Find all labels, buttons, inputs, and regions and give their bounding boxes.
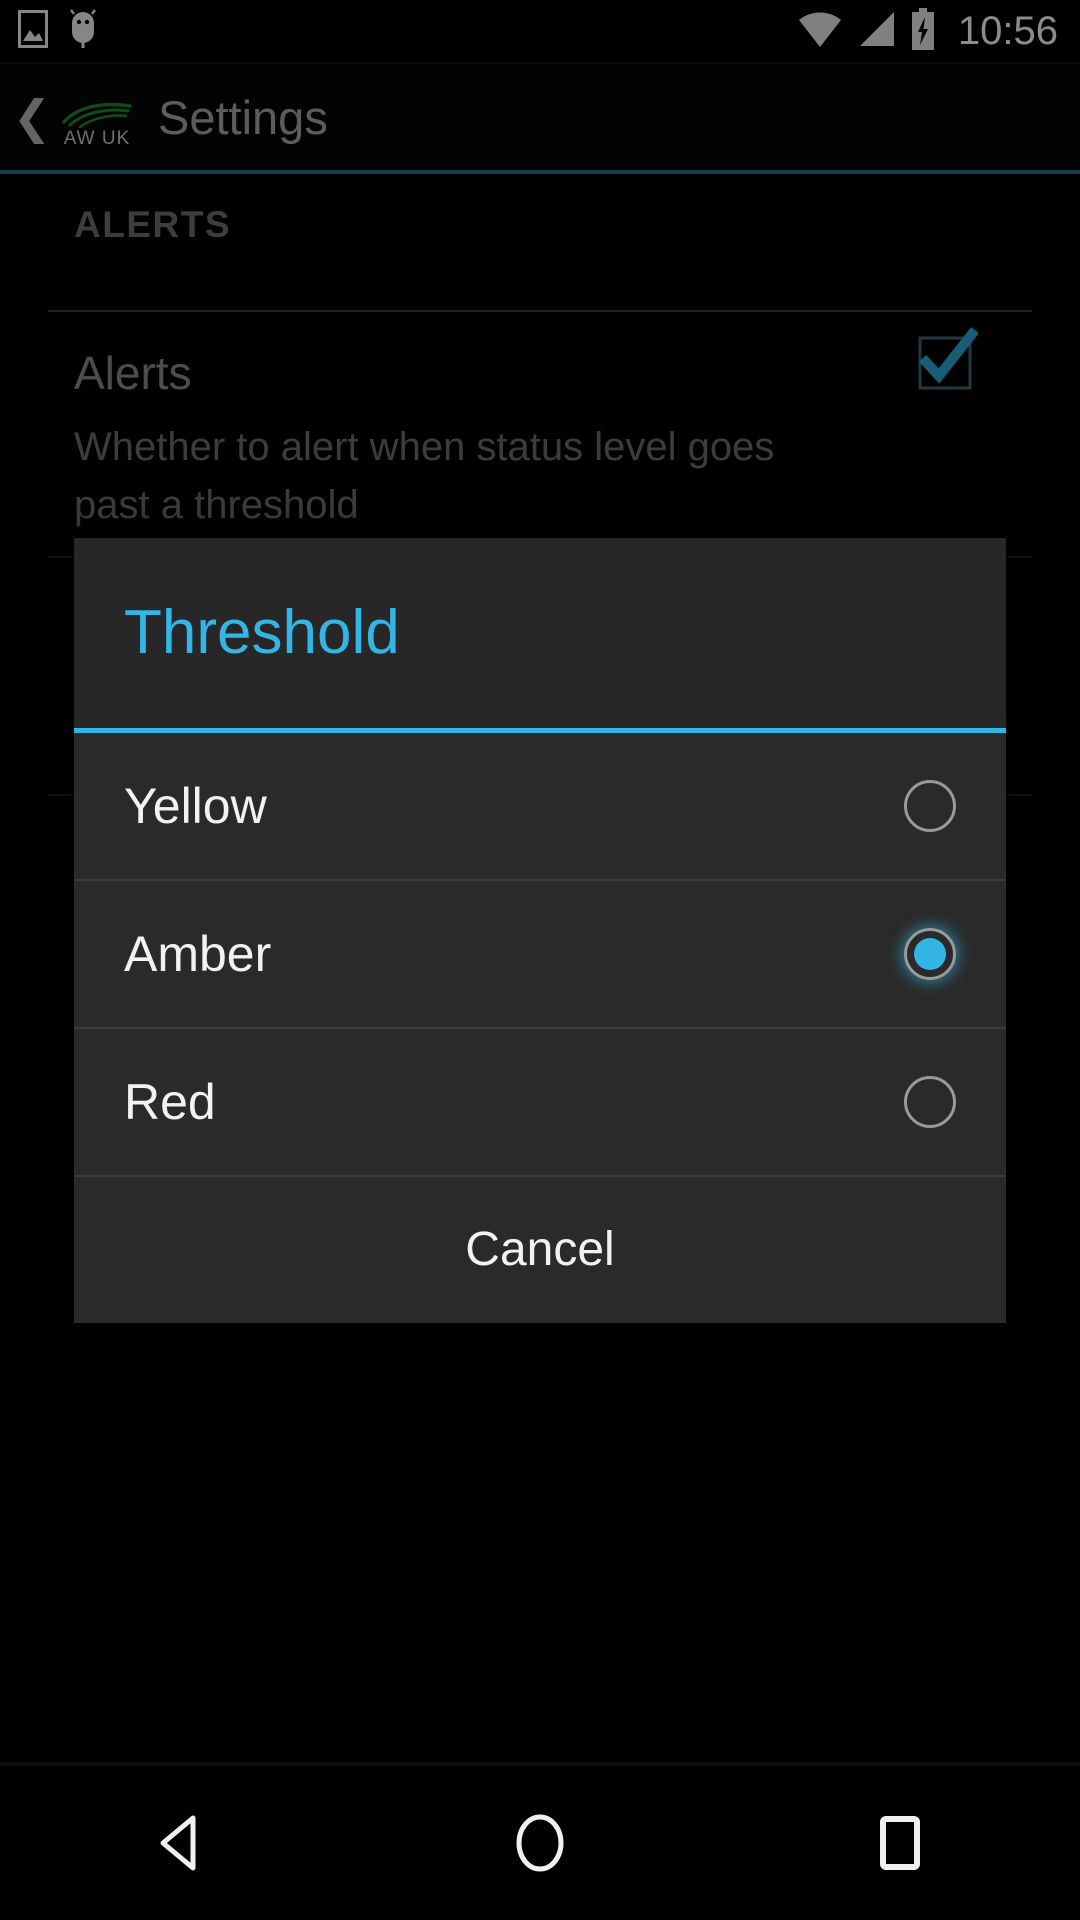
- dialog-title-bar: Threshold: [74, 538, 1006, 728]
- radio-button-yellow[interactable]: [904, 780, 956, 832]
- nav-home-button[interactable]: [360, 1766, 720, 1920]
- dialog-option-label: Yellow: [124, 778, 267, 834]
- recents-square-icon: [880, 1816, 920, 1870]
- dialog-option-amber[interactable]: Amber: [74, 881, 1006, 1027]
- navigation-bar: [0, 1766, 1080, 1920]
- dialog-option-label: Red: [124, 1074, 216, 1130]
- radio-button-amber[interactable]: [904, 928, 956, 980]
- dialog-option-label: Amber: [124, 926, 272, 982]
- threshold-dialog: Threshold Yellow Amber Red Cancel: [74, 538, 1006, 1323]
- dialog-option-yellow[interactable]: Yellow: [74, 733, 1006, 879]
- nav-recents-button[interactable]: [720, 1766, 1080, 1920]
- cancel-button[interactable]: Cancel: [74, 1177, 1006, 1323]
- dialog-options-list: Yellow Amber Red Cancel: [74, 733, 1006, 1323]
- home-circle-icon: [516, 1814, 564, 1872]
- dialog-title: Threshold: [124, 598, 400, 667]
- radio-button-red[interactable]: [904, 1076, 956, 1128]
- cancel-button-label: Cancel: [465, 1223, 615, 1276]
- dialog-option-red[interactable]: Red: [74, 1029, 1006, 1175]
- nav-back-button[interactable]: [0, 1766, 360, 1920]
- back-triangle-icon: [160, 1815, 196, 1871]
